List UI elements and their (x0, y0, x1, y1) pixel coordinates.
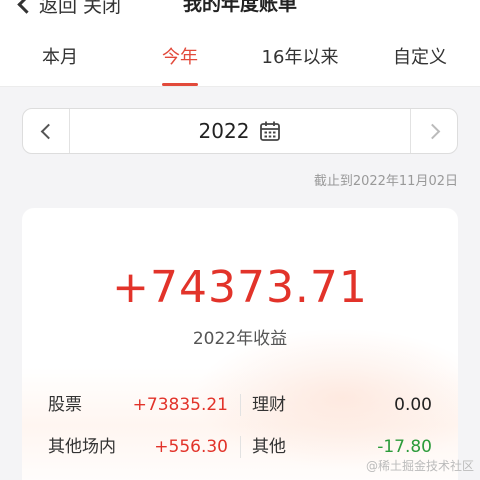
other-exchange-value: +556.30 (154, 437, 228, 457)
chevron-right-icon (424, 123, 440, 139)
app-root: 返回 关闭 我的年度账单 本月 今年 16年以来 自定义 2022 截止到202… (0, 0, 480, 480)
stocks-label: 股票 (48, 395, 82, 415)
tab-label: 今年 (162, 47, 198, 68)
other-label: 其他 (252, 437, 286, 457)
period-tabs: 本月 今年 16年以来 自定义 (0, 22, 480, 87)
breakdown-row: 股票 +73835.21 理财 0.00 (22, 390, 458, 420)
tab-this-year[interactable]: 今年 (120, 22, 240, 86)
active-tab-indicator (162, 83, 198, 86)
summary-card: +74373.71 2022年收益 股票 +73835.21 理财 0.00 其… (22, 208, 458, 480)
tab-custom[interactable]: 自定义 (360, 22, 480, 86)
tab-label: 本月 (42, 47, 78, 68)
wealth-mgmt-value: 0.00 (394, 395, 432, 415)
wealth-mgmt-label: 理财 (252, 395, 286, 415)
next-year-button[interactable] (410, 109, 457, 153)
column-divider (240, 436, 241, 458)
year-selector: 2022 (22, 108, 458, 154)
tab-since-2016[interactable]: 16年以来 (240, 22, 360, 86)
page-title: 我的年度账单 (182, 0, 297, 15)
stocks-value: +73835.21 (132, 395, 228, 415)
watermark: @稀土掘金技术社区 (365, 459, 474, 473)
total-return-label: 2022年收益 (192, 329, 288, 349)
prev-year-button[interactable] (23, 109, 70, 153)
tab-label: 16年以来 (261, 47, 339, 68)
selected-year: 2022 (198, 119, 250, 143)
total-return-value: +74373.71 (112, 262, 368, 313)
tab-label: 自定义 (393, 47, 447, 68)
tab-this-month[interactable]: 本月 (0, 22, 120, 86)
as-of-date: 截止到2022年11月02日 (313, 174, 458, 189)
top-bar: 返回 关闭 我的年度账单 (0, 0, 480, 22)
calendar-icon (260, 121, 281, 141)
year-picker[interactable]: 2022 (69, 109, 411, 153)
chevron-left-icon (40, 123, 56, 139)
other-exchange-label: 其他场内 (48, 437, 116, 457)
column-divider (240, 394, 241, 416)
